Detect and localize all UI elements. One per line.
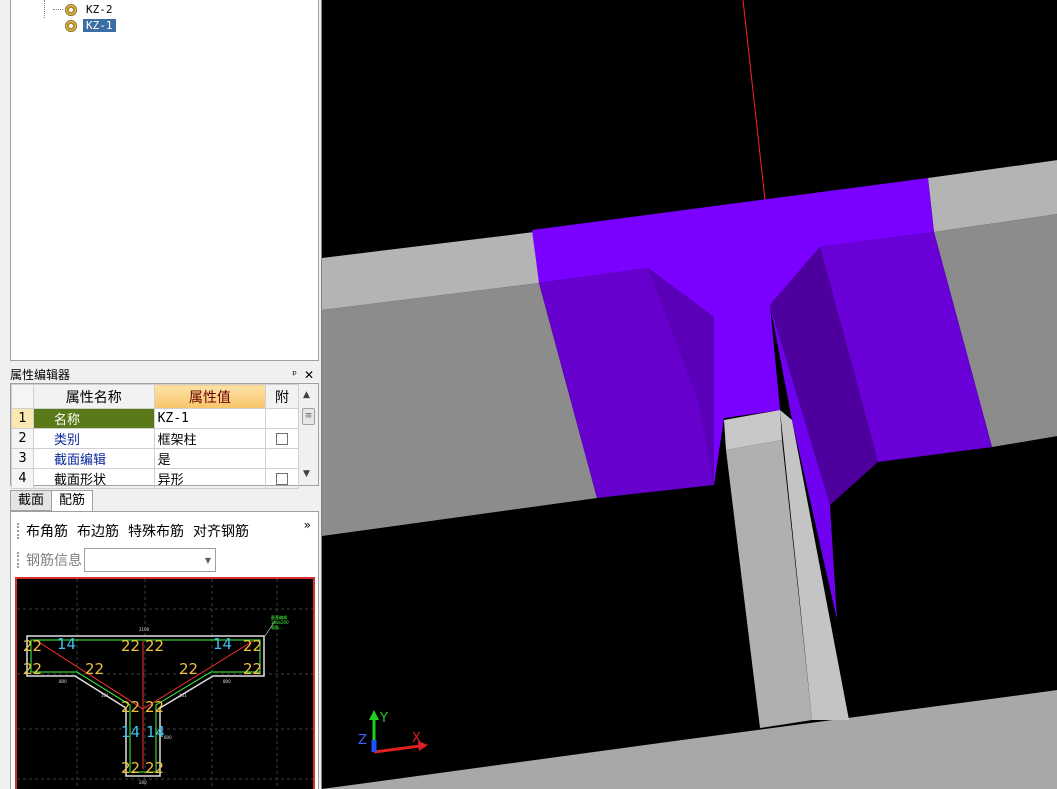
section-drawing: 22 22 22 22 22 22 22 22 22 22 22 22 14 1… <box>17 579 313 789</box>
header-value[interactable]: 属性值 <box>153 384 267 409</box>
legend-line: 钢筋... <box>271 624 283 630</box>
property-grid-header: 属性名称 属性值 附 <box>11 384 299 409</box>
property-row[interactable]: 4 截面形状 异形 <box>11 468 299 489</box>
toolbar-grip[interactable] <box>17 552 20 568</box>
component-tree[interactable]: KZ-2 KZ-1 <box>10 0 319 361</box>
tree-item-label: KZ-2 <box>86 3 113 16</box>
property-name: 类别 <box>32 428 155 449</box>
attach-checkbox[interactable] <box>276 432 289 445</box>
z-axis-label: Z <box>358 733 367 748</box>
property-editor-title: 属性编辑器 <box>10 368 71 382</box>
property-value[interactable]: 框架柱 <box>153 428 267 449</box>
property-extra <box>265 408 299 429</box>
rebar-info-label: 钢筋信息 <box>26 553 82 569</box>
row-number: 4 <box>11 468 34 489</box>
tree-connector <box>44 0 45 18</box>
section-drawing-canvas[interactable]: 22 22 22 22 22 22 22 22 22 22 22 22 14 1… <box>15 577 315 789</box>
toolbar-grip[interactable] <box>17 523 20 539</box>
rebar-tab-panel: 布角筋 布边筋 特殊布筋 对齐钢筋 » 钢筋信息 ▼ 22 22 22 22 2… <box>10 511 319 789</box>
edge-rebar-button[interactable]: 布边筋 <box>77 521 119 541</box>
header-extra[interactable]: 附 <box>265 384 299 409</box>
column-gear-icon <box>65 19 77 32</box>
left-panel: KZ-2 KZ-1 属性编辑器 ᵖ ✕ 属性名称 属性值 附 1 名称 KZ-1… <box>0 0 321 789</box>
3d-viewport[interactable]: Y X Z <box>321 0 1057 789</box>
property-editor-titlebar: 属性编辑器 ᵖ ✕ <box>10 367 319 383</box>
tree-item-kz1[interactable]: KZ-1 <box>53 18 116 33</box>
property-row[interactable]: 3 截面编辑 是 <box>11 448 299 469</box>
close-icon[interactable]: ✕ <box>304 367 314 383</box>
property-name: 截面形状 <box>32 468 155 489</box>
section-tabs: 截面 配筋 <box>10 490 94 512</box>
dim-left: 800 <box>59 679 67 684</box>
property-value[interactable]: KZ-1 <box>153 408 267 429</box>
dim-diag-right: 101 <box>179 693 187 698</box>
drawing-grid <box>17 579 313 789</box>
property-value[interactable]: 异形 <box>153 468 267 489</box>
corner-bar-label: 22 <box>23 637 42 655</box>
corner-bar-label: 22 <box>145 637 164 655</box>
corner-bar-label: 22 <box>145 759 164 777</box>
edge-bar-label: 14 <box>57 635 76 653</box>
align-rebar-button[interactable]: 对齐钢筋 <box>193 521 249 541</box>
corner-bar-label: 22 <box>121 698 140 716</box>
dim-web-w: 200 <box>139 780 147 785</box>
corner-bar-label: 22 <box>121 759 140 777</box>
dim-right: 800 <box>223 679 231 684</box>
property-grid: 属性名称 属性值 附 1 名称 KZ-1 2 类别 框架柱 3 截面编辑 是 4… <box>10 383 319 489</box>
z-axis-line <box>742 0 766 201</box>
scroll-thumb[interactable]: ≡ <box>302 408 315 425</box>
dim-top: 2100 <box>139 627 150 632</box>
property-extra <box>265 448 299 469</box>
tree-item-label: KZ-1 <box>83 19 116 32</box>
row-number: 2 <box>11 428 34 449</box>
corner-bar-label: 22 <box>121 637 140 655</box>
property-row[interactable]: 2 类别 框架柱 <box>11 428 299 449</box>
property-extra <box>265 468 299 489</box>
header-rownum <box>11 384 34 409</box>
edge-bar-label: 14 <box>121 723 140 741</box>
axis-gizmo: Y X Z <box>358 710 428 754</box>
legend: 截面编辑 100x200 钢筋... <box>264 614 289 637</box>
3d-scene: Y X Z <box>322 0 1057 789</box>
scroll-down-icon[interactable]: ▼ <box>303 469 310 479</box>
corner-bar-label: 22 <box>243 660 262 678</box>
property-grid-scrollbar[interactable]: ▲ ≡ ▼ <box>298 384 318 485</box>
property-value[interactable]: 是 <box>153 448 267 469</box>
beam-bottom-strip <box>322 690 1057 789</box>
app-window: KZ-2 KZ-1 属性编辑器 ᵖ ✕ 属性名称 属性值 附 1 名称 KZ-1… <box>0 0 1057 789</box>
scroll-up-icon[interactable]: ▲ <box>303 390 310 400</box>
corner-bar-label: 22 <box>23 660 42 678</box>
pin-icon[interactable]: ᵖ <box>292 367 297 383</box>
row-number: 3 <box>11 448 34 469</box>
special-rebar-button[interactable]: 特殊布筋 <box>128 521 184 541</box>
column-gear-icon <box>65 3 77 16</box>
corner-bar-label: 22 <box>85 660 104 678</box>
rebar-info-toolbar: 钢筋信息 ▼ <box>17 548 216 572</box>
corner-rebar-button[interactable]: 布角筋 <box>26 521 68 541</box>
row-number: 1 <box>11 408 34 429</box>
chevron-down-icon[interactable]: ▼ <box>205 556 211 565</box>
dim-diag-left: 101 <box>101 693 109 698</box>
rebar-info-select[interactable]: ▼ <box>84 548 216 572</box>
property-name: 名称 <box>32 408 155 429</box>
property-name: 截面编辑 <box>32 448 155 469</box>
corner-bar-label: 22 <box>243 637 262 655</box>
tree-item-kz2[interactable]: KZ-2 <box>53 2 116 17</box>
header-name[interactable]: 属性名称 <box>32 384 155 409</box>
corner-bar-label: 22 <box>179 660 198 678</box>
dim-web-h: 600 <box>164 735 172 740</box>
property-row[interactable]: 1 名称 KZ-1 <box>11 408 299 429</box>
toolbar-overflow-icon[interactable]: » <box>304 518 311 532</box>
y-axis-label: Y <box>379 711 388 726</box>
edge-bar-label: 14 <box>213 635 232 653</box>
property-extra <box>265 428 299 449</box>
tree-branch <box>53 9 63 10</box>
tab-section[interactable]: 截面 <box>10 490 53 511</box>
edge-bar-label: 14 <box>146 723 165 741</box>
rebar-toolbar: 布角筋 布边筋 特殊布筋 对齐钢筋 » <box>17 518 313 542</box>
tab-rebar[interactable]: 配筋 <box>51 490 94 512</box>
attach-checkbox[interactable] <box>276 472 289 485</box>
corner-bar-label: 22 <box>145 698 164 716</box>
x-axis-label: X <box>412 731 421 746</box>
